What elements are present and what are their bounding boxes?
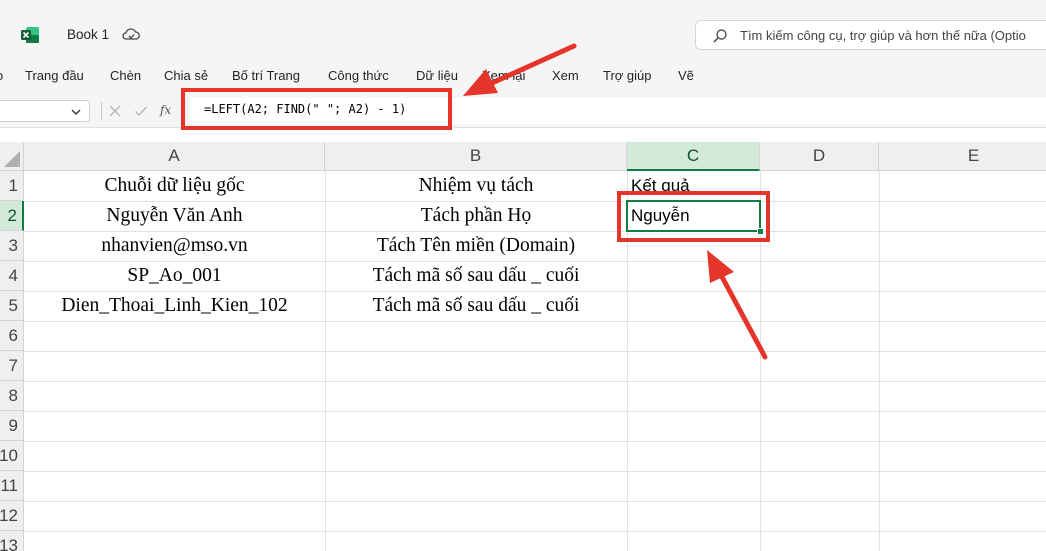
cell-b5[interactable]: Tách mã số sau dấu _ cuối xyxy=(325,291,627,321)
ribbon-tabs: o Trang đầu Chèn Chia sẻ Bố trí Trang Cô… xyxy=(0,60,1046,94)
document-title[interactable]: Book 1 xyxy=(67,27,109,42)
gridline xyxy=(24,381,1046,382)
tab-page-layout[interactable]: Bố trí Trang xyxy=(232,68,300,83)
cell-b2[interactable]: Tách phần Họ xyxy=(325,201,627,231)
tab-share[interactable]: Chia sẻ xyxy=(164,68,208,83)
tab-draw[interactable]: Vẽ xyxy=(678,68,694,83)
column-header-c[interactable]: C xyxy=(627,142,760,171)
formula-bar-divider xyxy=(101,102,102,120)
cell-a4[interactable]: SP_Ao_001 xyxy=(24,261,325,291)
row-header-5[interactable]: 5 xyxy=(0,291,24,321)
cell-b4[interactable]: Tách mã số sau dấu _ cuối xyxy=(325,261,627,291)
excel-app-icon[interactable] xyxy=(21,26,40,44)
gridline xyxy=(24,351,1046,352)
chevron-down-icon[interactable] xyxy=(70,106,82,118)
gridline xyxy=(24,441,1046,442)
gridline xyxy=(24,471,1046,472)
formula-highlight-box xyxy=(181,88,452,130)
row-header-12[interactable]: 12 xyxy=(0,501,24,531)
cell-a1[interactable]: Chuỗi dữ liệu gốc xyxy=(24,171,325,201)
row-header-11[interactable]: 11 xyxy=(0,471,24,501)
cell-b3[interactable]: Tách Tên miền (Domain) xyxy=(325,231,627,261)
row-header-2[interactable]: 2 xyxy=(0,201,24,231)
cell-a3[interactable]: nhanvien@mso.vn xyxy=(24,231,325,261)
row-header-3[interactable]: 3 xyxy=(0,231,24,261)
tab-home[interactable]: Trang đầu xyxy=(25,68,84,83)
tab-review[interactable]: Xem lại xyxy=(482,68,525,83)
insert-function-icon[interactable]: fx xyxy=(160,103,171,117)
gridline xyxy=(879,171,880,551)
cell-a2[interactable]: Nguyễn Văn Anh xyxy=(24,201,325,231)
column-header-d[interactable]: D xyxy=(760,142,879,171)
cloud-sync-icon[interactable] xyxy=(121,27,141,43)
row-header-7[interactable]: 7 xyxy=(0,351,24,381)
gridline xyxy=(24,321,1046,322)
select-all-icon xyxy=(4,151,20,167)
tab-formulas[interactable]: Công thức xyxy=(328,68,389,83)
column-header-b[interactable]: B xyxy=(325,142,627,171)
search-box[interactable]: Tìm kiếm công cụ, trợ giúp và hơn thế nữ… xyxy=(695,20,1046,50)
row-header-10[interactable]: 10 xyxy=(0,441,24,471)
gridline xyxy=(24,411,1046,412)
search-icon xyxy=(713,29,727,43)
tab-insert[interactable]: Chèn xyxy=(110,68,141,83)
title-bar: Book 1 Tìm kiếm công cụ, trợ giúp và hơn… xyxy=(0,0,1046,60)
row-header-4[interactable]: 4 xyxy=(0,261,24,291)
check-icon[interactable] xyxy=(134,104,148,118)
row-header-9[interactable]: 9 xyxy=(0,411,24,441)
column-header-e[interactable]: E xyxy=(879,142,1046,171)
select-all-button[interactable] xyxy=(0,142,24,171)
tab-help[interactable]: Trợ giúp xyxy=(603,68,652,83)
row-header-13[interactable]: 13 xyxy=(0,531,24,551)
gridline xyxy=(24,531,1046,532)
row-header-6[interactable]: 6 xyxy=(0,321,24,351)
cancel-icon[interactable] xyxy=(108,104,122,118)
name-box[interactable] xyxy=(0,100,90,122)
tab-view[interactable]: Xem xyxy=(552,68,579,83)
tab-data[interactable]: Dữ liệu xyxy=(416,68,458,83)
gridline xyxy=(24,501,1046,502)
row-header-1[interactable]: 1 xyxy=(0,171,24,201)
cell-b1[interactable]: Nhiệm vụ tách xyxy=(325,171,627,201)
result-highlight-box xyxy=(617,191,770,242)
formula-bar: fx xyxy=(0,94,1046,128)
cell-a5[interactable]: Dien_Thoai_Linh_Kien_102 xyxy=(24,291,325,321)
column-header-a[interactable]: A xyxy=(24,142,325,171)
search-placeholder: Tìm kiếm công cụ, trợ giúp và hơn thế nữ… xyxy=(740,28,1026,43)
tab-file[interactable]: o xyxy=(0,68,3,83)
spreadsheet-grid: A B C D E 1 2 3 4 5 6 7 8 9 10 11 12 13 … xyxy=(0,128,1046,551)
row-header-8[interactable]: 8 xyxy=(0,381,24,411)
